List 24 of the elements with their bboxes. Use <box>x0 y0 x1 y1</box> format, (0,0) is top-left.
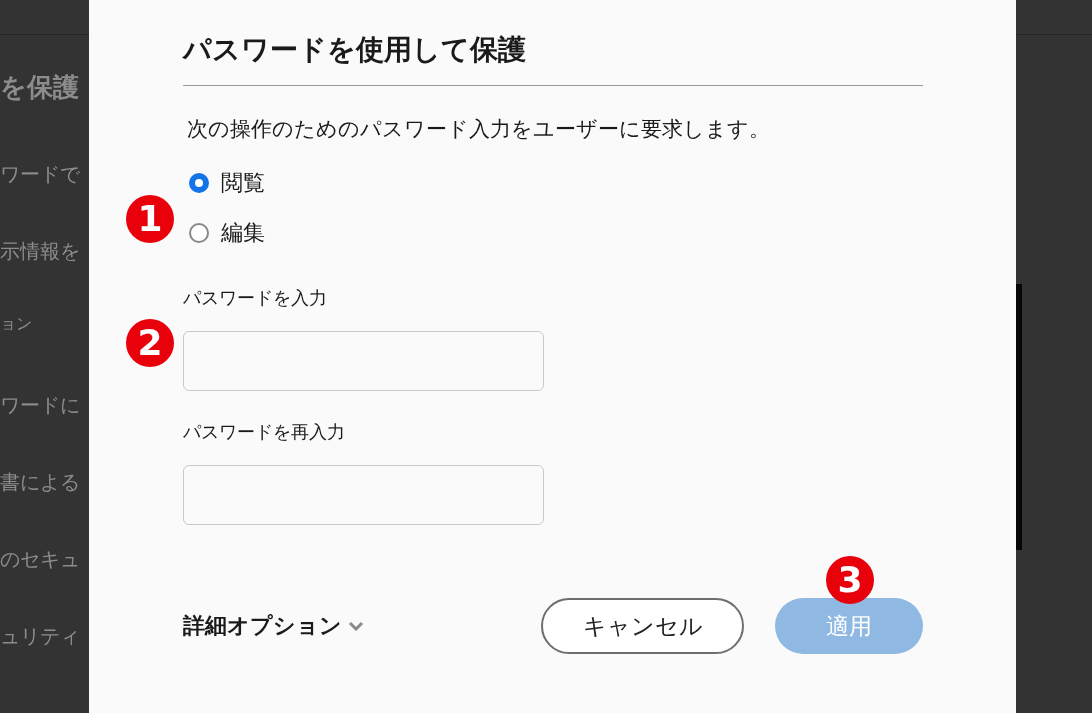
radio-label[interactable]: 編集 <box>221 217 265 249</box>
dialog-description: 次の操作のためのパスワード入力をユーザーに要求します。 <box>187 116 770 143</box>
section-label: ョン <box>0 313 32 335</box>
callout-badge: 1 <box>126 195 174 243</box>
callout-badge: 2 <box>126 319 174 367</box>
dialog-title: パスワードを使用して保護 <box>183 32 526 68</box>
radio-button[interactable] <box>189 223 209 243</box>
callout-badge: 3 <box>826 556 874 604</box>
field-label: パスワードを入力 <box>183 286 327 310</box>
panel-item[interactable]: のセキュ <box>0 544 80 574</box>
more-options-toggle[interactable]: 詳細オプション <box>183 611 364 641</box>
password-field[interactable] <box>183 465 544 525</box>
cancel-button[interactable]: キャンセル <box>541 598 744 654</box>
radio-label[interactable]: 閲覧 <box>221 167 265 199</box>
panel-item[interactable]: 示情報を <box>0 236 80 266</box>
radio-button[interactable] <box>189 173 209 193</box>
panel-item[interactable]: ュリティ <box>0 621 80 651</box>
panel-item[interactable]: 書による <box>0 467 80 497</box>
password-field[interactable] <box>183 331 544 391</box>
panel-item[interactable]: ワードに <box>0 390 80 420</box>
panel-heading: を保護 <box>0 71 79 104</box>
field-label: パスワードを再入力 <box>183 420 345 444</box>
chevron-down-icon <box>348 621 364 631</box>
panel-item[interactable]: ワードで <box>0 159 80 189</box>
